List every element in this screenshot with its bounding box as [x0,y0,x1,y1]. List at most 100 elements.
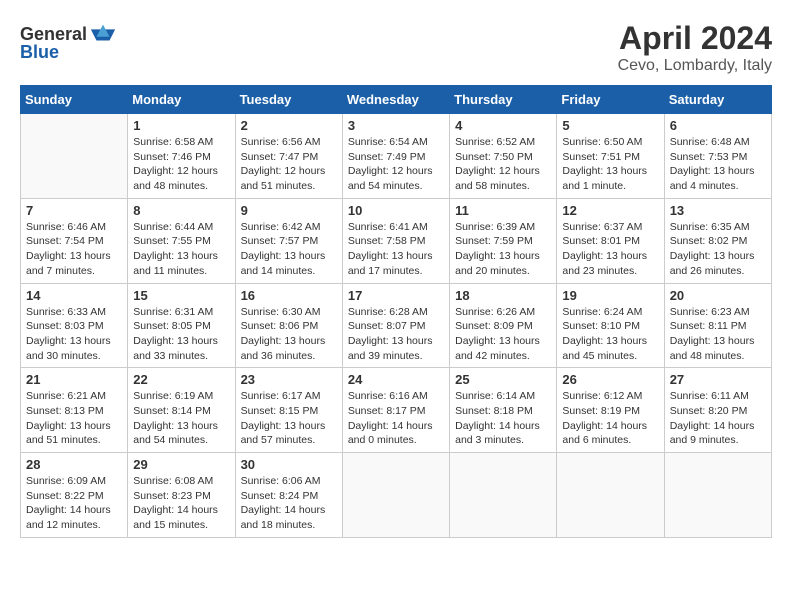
day-info: Sunrise: 6:14 AMSunset: 8:18 PMDaylight:… [455,389,551,448]
weekday-header: Sunday [21,86,128,114]
day-number: 3 [348,118,444,133]
day-info: Sunrise: 6:37 AMSunset: 8:01 PMDaylight:… [562,220,658,279]
calendar-cell: 19Sunrise: 6:24 AMSunset: 8:10 PMDayligh… [557,283,664,368]
weekday-header: Tuesday [235,86,342,114]
day-number: 25 [455,372,551,387]
page-title: April 2024 [618,20,772,57]
calendar-cell: 10 Sunrise: 6:41 AMSunset: 7:58 PMDayligh… [342,198,449,283]
calendar-cell [342,453,449,538]
day-number: 29 [133,457,229,472]
day-info: Sunrise: 6:44 AMSunset: 7:55 PMDaylight:… [133,220,229,279]
calendar-cell: 26Sunrise: 6:12 AMSunset: 8:19 PMDayligh… [557,368,664,453]
calendar-cell: 7 Sunrise: 6:46 AMSunset: 7:54 PMDaylight… [21,198,128,283]
day-number: 23 [241,372,337,387]
logo-icon [89,20,117,48]
weekday-header: Monday [128,86,235,114]
calendar-week-row: 7 Sunrise: 6:46 AMSunset: 7:54 PMDaylight… [21,198,772,283]
page-subtitle: Cevo, Lombardy, Italy [618,57,772,75]
calendar-cell: 22 Sunrise: 6:19 AMSunset: 8:14 PMDayligh… [128,368,235,453]
day-number: 20 [670,288,766,303]
calendar-week-row: 1 Sunrise: 6:58 AMSunset: 7:46 PMDaylight… [21,114,772,199]
header: General Blue April 2024 Cevo, Lombardy, … [20,20,772,75]
weekday-header: Friday [557,86,664,114]
calendar-cell: 14 Sunrise: 6:33 AMSunset: 8:03 PMDayligh… [21,283,128,368]
calendar-cell: 6Sunrise: 6:48 AMSunset: 7:53 PMDaylight… [664,114,771,199]
day-info: Sunrise: 6:54 AMSunset: 7:49 PMDaylight:… [348,135,444,194]
day-info: Sunrise: 6:21 AMSunset: 8:13 PMDaylight:… [26,389,122,448]
calendar-cell: 5 Sunrise: 6:50 AMSunset: 7:51 PMDaylight… [557,114,664,199]
day-info: Sunrise: 6:26 AMSunset: 8:09 PMDaylight:… [455,305,551,364]
calendar-cell: 20 Sunrise: 6:23 AMSunset: 8:11 PMDayligh… [664,283,771,368]
calendar-week-row: 28Sunrise: 6:09 AMSunset: 8:22 PMDayligh… [21,453,772,538]
day-number: 2 [241,118,337,133]
weekday-header: Thursday [450,86,557,114]
day-number: 4 [455,118,551,133]
day-info: Sunrise: 6:35 AMSunset: 8:02 PMDaylight:… [670,220,766,279]
day-info: Sunrise: 6:30 AMSunset: 8:06 PMDaylight:… [241,305,337,364]
logo-blue-text: Blue [20,42,59,63]
day-number: 1 [133,118,229,133]
calendar-cell: 4 Sunrise: 6:52 AMSunset: 7:50 PMDaylight… [450,114,557,199]
calendar-cell: 15 Sunrise: 6:31 AMSunset: 8:05 PMDayligh… [128,283,235,368]
day-number: 28 [26,457,122,472]
calendar-cell: 23 Sunrise: 6:17 AMSunset: 8:15 PMDayligh… [235,368,342,453]
calendar-week-row: 14 Sunrise: 6:33 AMSunset: 8:03 PMDayligh… [21,283,772,368]
day-info: Sunrise: 6:50 AMSunset: 7:51 PMDaylight:… [562,135,658,194]
day-number: 18 [455,288,551,303]
day-info: Sunrise: 6:52 AMSunset: 7:50 PMDaylight:… [455,135,551,194]
day-number: 21 [26,372,122,387]
calendar-cell [450,453,557,538]
day-number: 5 [562,118,658,133]
calendar-week-row: 21 Sunrise: 6:21 AMSunset: 8:13 PMDayligh… [21,368,772,453]
weekday-header: Wednesday [342,86,449,114]
day-info: Sunrise: 6:23 AMSunset: 8:11 PMDaylight:… [670,305,766,364]
calendar-cell: 25 Sunrise: 6:14 AMSunset: 8:18 PMDayligh… [450,368,557,453]
calendar-cell: 11 Sunrise: 6:39 AMSunset: 7:59 PMDayligh… [450,198,557,283]
day-info: Sunrise: 6:33 AMSunset: 8:03 PMDaylight:… [26,305,122,364]
calendar-cell: 8 Sunrise: 6:44 AMSunset: 7:55 PMDaylight… [128,198,235,283]
day-number: 15 [133,288,229,303]
calendar-cell: 3 Sunrise: 6:54 AMSunset: 7:49 PMDaylight… [342,114,449,199]
day-info: Sunrise: 6:28 AMSunset: 8:07 PMDaylight:… [348,305,444,364]
calendar-header-row: SundayMondayTuesdayWednesdayThursdayFrid… [21,86,772,114]
day-info: Sunrise: 6:56 AMSunset: 7:47 PMDaylight:… [241,135,337,194]
day-number: 17 [348,288,444,303]
day-number: 13 [670,203,766,218]
calendar-cell: 17 Sunrise: 6:28 AMSunset: 8:07 PMDayligh… [342,283,449,368]
day-info: Sunrise: 6:12 AMSunset: 8:19 PMDaylight:… [562,389,658,448]
calendar-cell: 30Sunrise: 6:06 AMSunset: 8:24 PMDayligh… [235,453,342,538]
day-number: 7 [26,203,122,218]
day-number: 27 [670,372,766,387]
day-number: 10 [348,203,444,218]
calendar-cell: 27 Sunrise: 6:11 AMSunset: 8:20 PMDayligh… [664,368,771,453]
day-number: 16 [241,288,337,303]
day-number: 8 [133,203,229,218]
day-number: 22 [133,372,229,387]
day-info: Sunrise: 6:11 AMSunset: 8:20 PMDaylight:… [670,389,766,448]
calendar-table: SundayMondayTuesdayWednesdayThursdayFrid… [20,85,772,538]
day-number: 19 [562,288,658,303]
title-area: April 2024 Cevo, Lombardy, Italy [618,20,772,75]
logo: General Blue [20,20,117,63]
day-info: Sunrise: 6:19 AMSunset: 8:14 PMDaylight:… [133,389,229,448]
calendar-cell: 16 Sunrise: 6:30 AMSunset: 8:06 PMDayligh… [235,283,342,368]
calendar-cell: 29 Sunrise: 6:08 AMSunset: 8:23 PMDayligh… [128,453,235,538]
day-info: Sunrise: 6:58 AMSunset: 7:46 PMDaylight:… [133,135,229,194]
day-info: Sunrise: 6:46 AMSunset: 7:54 PMDaylight:… [26,220,122,279]
day-number: 12 [562,203,658,218]
day-number: 11 [455,203,551,218]
calendar-cell: 13 Sunrise: 6:35 AMSunset: 8:02 PMDayligh… [664,198,771,283]
day-info: Sunrise: 6:17 AMSunset: 8:15 PMDaylight:… [241,389,337,448]
day-info: Sunrise: 6:06 AMSunset: 8:24 PMDaylight:… [241,474,337,533]
calendar-cell: 9Sunrise: 6:42 AMSunset: 7:57 PMDaylight… [235,198,342,283]
day-info: Sunrise: 6:08 AMSunset: 8:23 PMDaylight:… [133,474,229,533]
calendar-cell [664,453,771,538]
day-info: Sunrise: 6:39 AMSunset: 7:59 PMDaylight:… [455,220,551,279]
day-info: Sunrise: 6:16 AMSunset: 8:17 PMDaylight:… [348,389,444,448]
day-number: 14 [26,288,122,303]
day-info: Sunrise: 6:31 AMSunset: 8:05 PMDaylight:… [133,305,229,364]
calendar-cell [557,453,664,538]
day-info: Sunrise: 6:41 AMSunset: 7:58 PMDaylight:… [348,220,444,279]
calendar-cell: 2 Sunrise: 6:56 AMSunset: 7:47 PMDaylight… [235,114,342,199]
calendar-cell: 28Sunrise: 6:09 AMSunset: 8:22 PMDayligh… [21,453,128,538]
